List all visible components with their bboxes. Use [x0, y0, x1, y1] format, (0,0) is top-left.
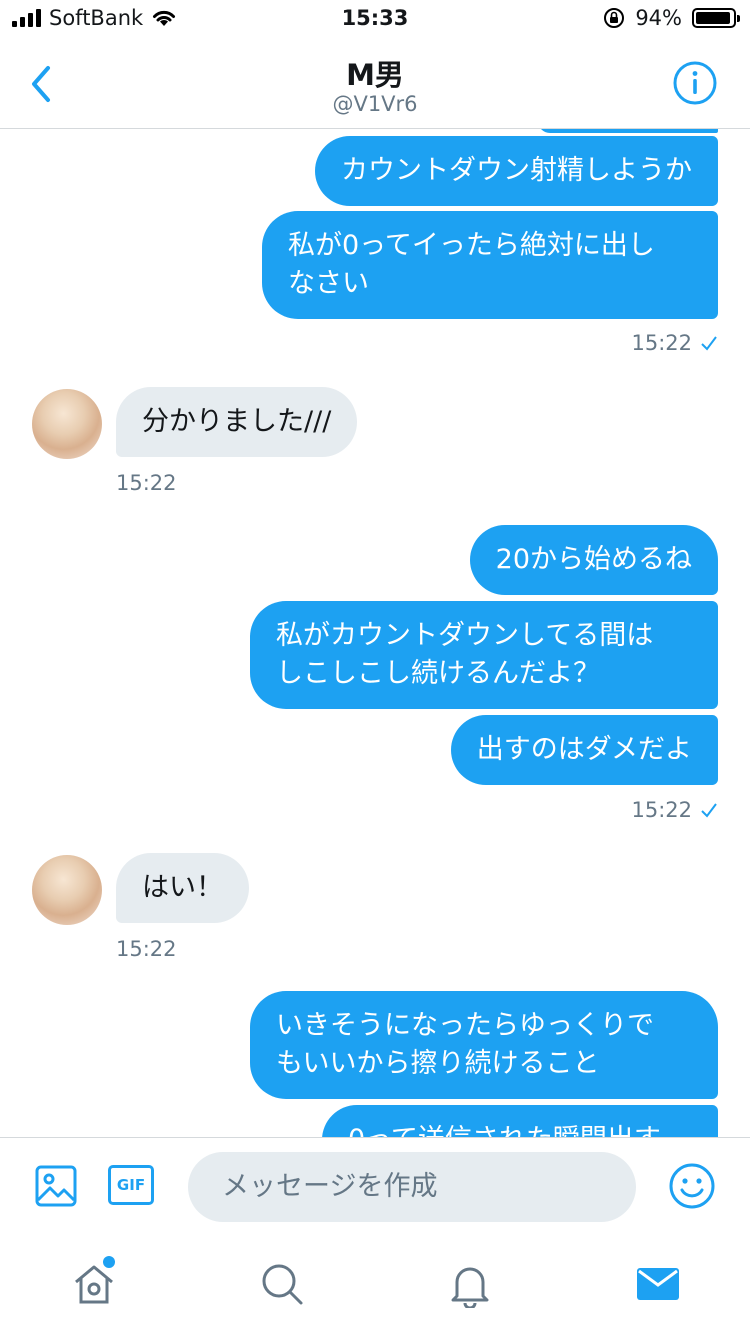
message-text-line: 私がカウントダウンしてる間は [276, 620, 654, 651]
gif-icon[interactable]: GIF [108, 1165, 154, 1205]
message-list[interactable]: カウントダウン射精しようか 私が0ってイったら絶対に出し なさい 15:22 分… [0, 129, 750, 1137]
conversation-header: M男 @V1Vr6 [0, 40, 750, 129]
message-bubble-in[interactable]: 分かりました/// [116, 387, 358, 457]
notification-dot [103, 1256, 115, 1268]
message-text: 0って送信された瞬間出す [348, 1124, 661, 1137]
bell-icon[interactable] [446, 1260, 494, 1308]
message-bubble-out[interactable]: カウントダウン射精しようか [315, 136, 718, 206]
message-text-line: しこしこし続けるんだよ？ [276, 658, 600, 689]
smiley-icon[interactable] [668, 1162, 716, 1210]
mail-icon[interactable] [634, 1260, 682, 1308]
message-timestamp: 15:22 [116, 471, 177, 495]
status-right: 94% [603, 6, 740, 30]
message-bubble-out[interactable]: 0って送信された瞬間出す [322, 1105, 718, 1137]
image-icon[interactable] [34, 1164, 78, 1208]
message-meta: 15:22 [631, 331, 718, 355]
message-composer: GIF メッセージを作成 [0, 1137, 750, 1238]
message-timestamp: 15:22 [116, 937, 177, 961]
message-text-line: もいいから擦り続けること [276, 1048, 600, 1079]
rotation-lock-icon [604, 8, 625, 28]
message-text: はい！ [142, 872, 223, 903]
battery-percent: 94% [635, 6, 682, 30]
message-bubble-partial [538, 129, 718, 133]
message-bubble-out[interactable]: 私が0ってイったら絶対に出し なさい [262, 211, 718, 319]
message-text: 出すのはダメだよ [476, 734, 692, 765]
message-bubble-out[interactable]: 私がカウントダウンしてる間は しこしこし続けるんだよ？ [250, 601, 718, 709]
message-bubble-out[interactable]: 20から始めるね [469, 525, 718, 595]
checkmark-icon [701, 803, 717, 818]
search-icon[interactable] [258, 1260, 306, 1308]
message-text-line: 私が0ってイったら絶対に出し [288, 230, 655, 261]
conversation-title: M男 [346, 58, 404, 92]
message-bubble-out[interactable]: 出すのはダメだよ [450, 715, 718, 785]
status-bar: SoftBank 15:33 94% [0, 0, 750, 40]
message-meta: 15:22 [631, 798, 718, 822]
message-text: カウントダウン射精しようか [341, 155, 692, 186]
avatar[interactable] [32, 855, 102, 925]
info-icon[interactable] [672, 60, 718, 106]
message-bubble-out[interactable]: いきそうになったらゆっくりで もいいから擦り続けること [250, 991, 718, 1099]
message-timestamp: 15:22 [631, 798, 692, 822]
checkmark-icon [701, 336, 717, 351]
message-text: 分かりました/// [142, 406, 332, 437]
message-input[interactable]: メッセージを作成 [188, 1152, 636, 1222]
avatar[interactable] [32, 389, 102, 459]
message-text: 20から始めるね [495, 544, 692, 575]
message-text-line: なさい [288, 268, 369, 299]
message-bubble-in[interactable]: はい！ [116, 853, 249, 923]
battery-icon [692, 8, 740, 28]
message-timestamp: 15:22 [631, 331, 692, 355]
conversation-handle: @V1Vr6 [332, 92, 418, 116]
tab-bar [0, 1238, 750, 1334]
message-text-line: いきそうになったらゆっくりで [276, 1010, 654, 1041]
